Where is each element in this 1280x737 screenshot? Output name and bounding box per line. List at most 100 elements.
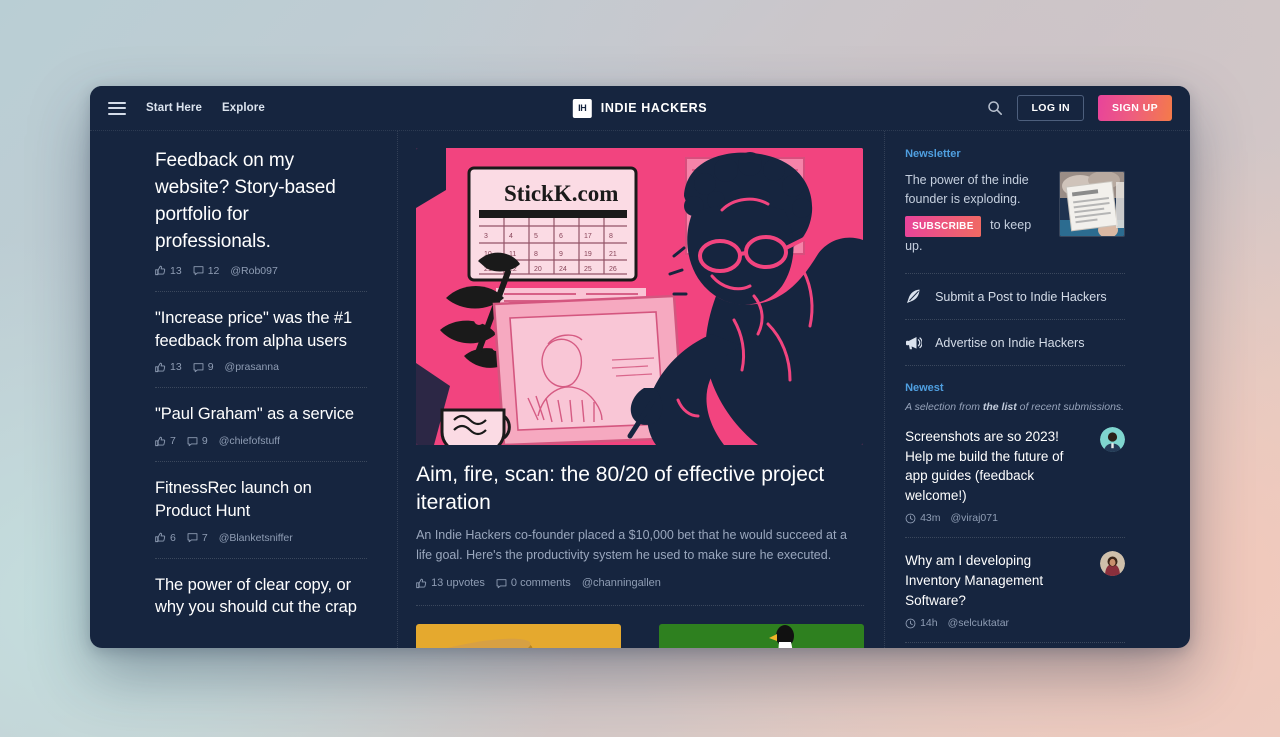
svg-text:17: 17 [584, 233, 592, 240]
comment-value: 12 [207, 264, 220, 277]
feature-author[interactable]: @channingallen [582, 577, 661, 589]
nav-link-explore[interactable]: Explore [222, 102, 265, 114]
newest-item-time-value: 43m [920, 512, 941, 525]
feature-meta-row: 13 upvotes 0 comments @channingallen [416, 577, 864, 589]
post-title[interactable]: "Paul Graham" as a service [155, 403, 367, 426]
post-meta: 13 9 @prasanna [155, 361, 367, 373]
newest-item-time: 43m [905, 512, 941, 525]
comment-count[interactable]: 12 [193, 264, 220, 277]
svg-text:8: 8 [609, 233, 613, 240]
newest-item-meta: 43m @viraj071 [905, 512, 1088, 524]
megaphone-icon [906, 337, 923, 350]
newest-item-title[interactable]: Screenshots are so 2023! Help me build t… [905, 427, 1088, 505]
comment-icon [187, 436, 198, 446]
comment-value: 9 [207, 361, 214, 374]
post-title[interactable]: Feedback on my website? Story-based port… [155, 148, 367, 256]
upvote-count[interactable]: 6 [155, 532, 176, 544]
nav-link-start-here[interactable]: Start Here [146, 102, 202, 114]
feature-upvotes[interactable]: 13 upvotes [416, 577, 485, 589]
feature-hero-image[interactable]: StickK.com 3 4 5 6 17 8 11 8 9 19 21 21 … [416, 148, 864, 445]
brand-logo[interactable]: IH INDIE HACKERS [572, 98, 707, 118]
green-card[interactable] [659, 624, 865, 648]
top-navigation-bar: Start Here Explore IH INDIE HACKERS LOG … [90, 86, 1190, 131]
hamburger-icon[interactable] [108, 101, 126, 115]
list-item[interactable]: "Increase price" was the #1 feedback fro… [155, 307, 368, 389]
list-item[interactable]: FitnessRec launch on Product Hunt 6 7 @B… [155, 477, 368, 559]
nav-right-group: LOG IN SIGN UP [987, 95, 1172, 121]
quill-icon [907, 289, 920, 304]
feature-column: StickK.com 3 4 5 6 17 8 11 8 9 19 21 21 … [397, 131, 886, 648]
list-item[interactable]: Screenshots are so 2023! Help me build t… [905, 427, 1125, 539]
nav-left-group: Start Here Explore [108, 101, 265, 115]
newest-subtitle-emphasis[interactable]: the list [983, 401, 1017, 413]
amber-card[interactable] [416, 624, 622, 648]
post-meta: 13 12 @Rob097 [155, 265, 367, 277]
svg-text:21: 21 [609, 251, 617, 258]
post-author[interactable]: @Blanketsniffer [219, 532, 293, 544]
secondary-card-row [416, 624, 865, 648]
upvote-value: 7 [170, 435, 176, 448]
post-title[interactable]: FitnessRec launch on Product Hunt [155, 477, 367, 523]
list-item[interactable]: Feedback on my website? Story-based port… [155, 148, 368, 292]
feature-meta: 13 upvotes 0 comments @channingallen [416, 577, 865, 606]
list-item[interactable]: The power of clear copy, or why you shou… [155, 574, 367, 634]
svg-text:9: 9 [559, 251, 563, 258]
newest-item-author[interactable]: @selcuktatar [948, 617, 1009, 629]
post-author[interactable]: @Rob097 [230, 265, 277, 277]
list-item[interactable]: "Paul Graham" as a service 7 9 @chiefofs… [155, 403, 368, 463]
login-button[interactable]: LOG IN [1017, 95, 1085, 121]
post-title[interactable]: The power of clear copy, or why you shou… [155, 574, 367, 620]
feature-comments-value: 0 comments [510, 577, 571, 589]
submit-post-link[interactable]: Submit a Post to Indie Hackers [905, 274, 1125, 321]
post-meta: 7 9 @chiefofstuff [155, 435, 367, 447]
right-sidebar: Newsletter The power of the indie founde… [885, 131, 1190, 648]
newest-item-author[interactable]: @viraj071 [951, 512, 998, 524]
feature-comments[interactable]: 0 comments [496, 577, 571, 589]
post-author[interactable]: @chiefofstuff [219, 435, 280, 447]
comment-icon [193, 363, 204, 373]
advertise-label: Advertise on Indie Hackers [935, 335, 1085, 350]
newest-subtitle: A selection from the list of recent subm… [905, 401, 1125, 413]
post-author[interactable]: @prasanna [225, 361, 279, 373]
upvote-value: 13 [170, 361, 182, 374]
svg-text:25: 25 [584, 266, 592, 273]
list-item[interactable]: Why am I developing Inventory Management… [905, 551, 1125, 644]
newsletter-line-1: The power of the indie [905, 173, 1029, 187]
upvote-count[interactable]: 13 [155, 265, 182, 277]
newest-heading: Newest [905, 382, 944, 395]
newest-item-time-value: 14h [920, 617, 938, 630]
svg-text:3: 3 [484, 233, 488, 240]
svg-text:4: 4 [509, 233, 513, 240]
comment-value: 7 [201, 531, 208, 544]
feature-upvotes-value: 13 upvotes [431, 577, 485, 589]
advertise-link[interactable]: Advertise on Indie Hackers [905, 320, 1125, 367]
feature-title[interactable]: Aim, fire, scan: the 80/20 of effective … [416, 461, 864, 517]
comment-count[interactable]: 9 [187, 435, 208, 447]
feature-description: An Indie Hackers co-founder placed a $10… [416, 528, 847, 562]
avatar[interactable] [1100, 551, 1125, 577]
search-icon[interactable] [987, 100, 1003, 116]
comment-value: 9 [201, 435, 208, 448]
newsletter-thumbnail[interactable] [1059, 171, 1125, 237]
clock-icon [905, 513, 916, 524]
comment-count[interactable]: 7 [187, 532, 208, 544]
svg-text:19: 19 [584, 251, 592, 258]
post-title[interactable]: "Increase price" was the #1 feedback fro… [155, 307, 367, 353]
avatar-image [1100, 427, 1125, 453]
newsletter-line-2: founder is exploding. [905, 192, 1021, 206]
upvote-count[interactable]: 13 [155, 361, 182, 373]
post-meta: 6 7 @Blanketsniffer [155, 532, 367, 544]
signup-button[interactable]: SIGN UP [1098, 95, 1172, 121]
newest-section: Newest A selection from the list of rece… [905, 382, 1125, 648]
comment-count[interactable]: 9 [193, 361, 214, 373]
subscribe-button[interactable]: SUBSCRIBE [905, 216, 981, 238]
avatar[interactable] [1100, 427, 1125, 453]
brand-mark-icon: IH [572, 98, 592, 118]
newest-item-body: Why am I developing Inventory Management… [905, 551, 1088, 629]
upvote-count[interactable]: 7 [155, 435, 176, 447]
thumbs-up-icon [155, 532, 166, 543]
newsletter-thumb-image [1060, 172, 1124, 236]
svg-text:26: 26 [609, 266, 617, 273]
newest-item-title[interactable]: Why am I developing Inventory Management… [905, 551, 1088, 610]
thumbs-up-icon [155, 436, 166, 446]
